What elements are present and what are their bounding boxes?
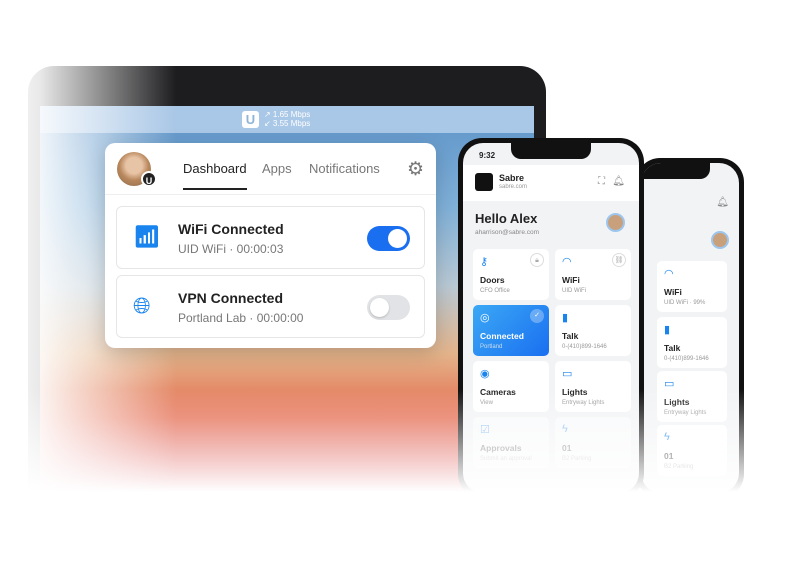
tile-cameras[interactable]: ◉ Cameras View	[473, 361, 549, 412]
card-subtitle: UID WiFi · 00:00:03	[178, 242, 284, 256]
wifi-icon: ◠	[664, 268, 674, 280]
phone-icon: ▮	[562, 312, 569, 324]
tile-talk[interactable]: ▮ Talk 0-(410)899-1646	[657, 317, 727, 368]
tile-sub: Entryway Lights	[562, 400, 605, 406]
tile-title: Lights	[562, 387, 588, 397]
greeting: Hello Alex	[475, 211, 538, 226]
tile-wifi[interactable]: ◠ WiFi UID WiFi · 99%	[657, 261, 727, 312]
org-name: Sabre	[499, 173, 525, 183]
unifi-menubar-icon[interactable]: U	[242, 111, 259, 128]
org-domain: sabre.com	[499, 184, 528, 190]
upload-speed: ↗ 1.65 Mbps	[264, 110, 311, 119]
speed-readout: ↗ 1.65 Mbps ↙ 3.55 Mbps	[264, 110, 310, 128]
bolt-icon: ϟ	[664, 431, 670, 443]
tile-lights[interactable]: ▭ Lights Entryway Lights	[657, 371, 727, 422]
tile-sub: View	[480, 400, 493, 406]
tile-parking[interactable]: ϟ 01 B2 Parking	[555, 417, 631, 468]
phone-back-screen: 🔔︎ ◠ WiFi UID WiFi · 99% ▮ Talk 0-(410)899-1…	[641, 163, 739, 493]
user-email: aharrison@sabre.com	[475, 229, 540, 236]
tile-title: Lights	[664, 397, 690, 407]
unifi-badge: U	[141, 171, 157, 187]
tile-lights[interactable]: ▭ Lights Entryway Lights	[555, 361, 631, 412]
tile-title: Approvals	[480, 443, 522, 453]
tab-apps[interactable]: Apps	[262, 161, 292, 176]
tile-title: Doors	[480, 275, 505, 285]
bell-icon[interactable]: 🔔︎	[716, 197, 729, 208]
tile-sub: 0-(410)899-1646	[562, 344, 607, 350]
tile-wifi[interactable]: ◠ ⛓ WiFi UID WiFi	[555, 249, 631, 300]
notch	[641, 163, 711, 179]
light-icon: ▭	[562, 368, 573, 380]
notch	[511, 143, 591, 159]
tile-sub: B2 Parking	[664, 464, 694, 470]
vpn-icon: ◎	[480, 312, 490, 324]
link-icon[interactable]: ⛓	[612, 253, 626, 267]
tile-sub: B2 Parking	[562, 456, 592, 462]
avatar[interactable]	[606, 213, 625, 232]
tile-title: 01	[664, 451, 674, 461]
tile-sub: UID WiFi	[562, 288, 586, 294]
menu-bar: U ↗ 1.65 Mbps ↙ 3.55 Mbps	[40, 106, 534, 133]
download-speed: ↙ 3.55 Mbps	[264, 119, 311, 128]
tile-sub: Entryway Lights	[664, 410, 707, 416]
bell-icon[interactable]: 🔔︎	[612, 176, 625, 187]
card-title: VPN Connected	[178, 290, 284, 306]
tile-title: Cameras	[480, 387, 516, 397]
tile-title: WiFi	[664, 287, 682, 297]
tile-talk[interactable]: ▮ Talk 0-(410)899-1646	[555, 305, 631, 356]
phone-front: 9:32 Sabre sabre.com ⛶ 🔔︎ Hello Alex aha…	[458, 138, 644, 498]
tile-approvals[interactable]: ☑ Approvals Submit an approval	[473, 417, 549, 468]
lock-icon[interactable]: 🔒︎	[530, 253, 544, 267]
sabre-logo	[475, 173, 493, 191]
clipboard-icon: ☑	[480, 424, 490, 436]
vpn-toggle[interactable]	[367, 295, 410, 320]
gear-icon[interactable]: ⚙	[407, 158, 424, 181]
tile-title: 01	[562, 443, 572, 453]
phone-back: 🔔︎ ◠ WiFi UID WiFi · 99% ▮ Talk 0-(410)899-1…	[636, 158, 744, 498]
camera-icon: ◉	[480, 368, 490, 380]
tile-doors[interactable]: ⚷ 🔒︎ Doors CFO Office	[473, 249, 549, 300]
bolt-icon: ϟ	[562, 423, 568, 435]
tile-vpn-connected[interactable]: ◎ ✓ Connected Portland	[473, 305, 549, 356]
tile-title: WiFi	[562, 275, 580, 285]
card-subtitle: Portland Lab · 00:00:00	[178, 311, 304, 325]
scan-icon[interactable]: ⛶	[598, 176, 605, 187]
unifi-popup: U Dashboard Apps Notifications ⚙ 📶︎ WiFi…	[105, 143, 436, 348]
phone-icon: ▮	[664, 324, 671, 336]
status-time: 9:32	[479, 151, 496, 160]
light-icon: ▭	[664, 378, 675, 390]
tile-sub: CFO Office	[480, 288, 510, 294]
avatar[interactable]	[711, 231, 729, 249]
wifi-card[interactable]: 📶︎ WiFi Connected UID WiFi · 00:00:03	[116, 206, 425, 269]
keys-icon: ⚷	[480, 256, 489, 268]
tab-notifications[interactable]: Notifications	[309, 161, 380, 176]
tile-sub: Portland	[480, 344, 503, 350]
tile-parking[interactable]: ϟ 01 B2 Parking	[657, 425, 727, 476]
tile-title: Connected	[480, 331, 524, 341]
tab-dashboard[interactable]: Dashboard	[183, 161, 247, 190]
wifi-icon: ◠	[562, 256, 572, 268]
tile-sub: 0-(410)899-1646	[664, 356, 709, 362]
card-title: WiFi Connected	[178, 221, 284, 237]
wifi-toggle[interactable]	[367, 226, 410, 251]
vpn-globe-icon: 🌐︎	[133, 293, 151, 318]
wifi-icon: 📶︎	[133, 224, 161, 249]
tile-sub: UID WiFi · 99%	[664, 300, 706, 306]
app-header: Sabre sabre.com ⛶ 🔔︎	[463, 165, 639, 201]
tile-sub: Submit an approval	[480, 456, 532, 462]
popup-header: U Dashboard Apps Notifications ⚙	[105, 143, 436, 195]
tile-title: Talk	[562, 331, 579, 341]
check-icon: ✓	[530, 309, 544, 323]
vpn-card[interactable]: 🌐︎ VPN Connected Portland Lab · 00:00:00	[116, 275, 425, 338]
phone-front-screen: 9:32 Sabre sabre.com ⛶ 🔔︎ Hello Alex aha…	[463, 143, 639, 493]
tile-title: Talk	[664, 343, 681, 353]
